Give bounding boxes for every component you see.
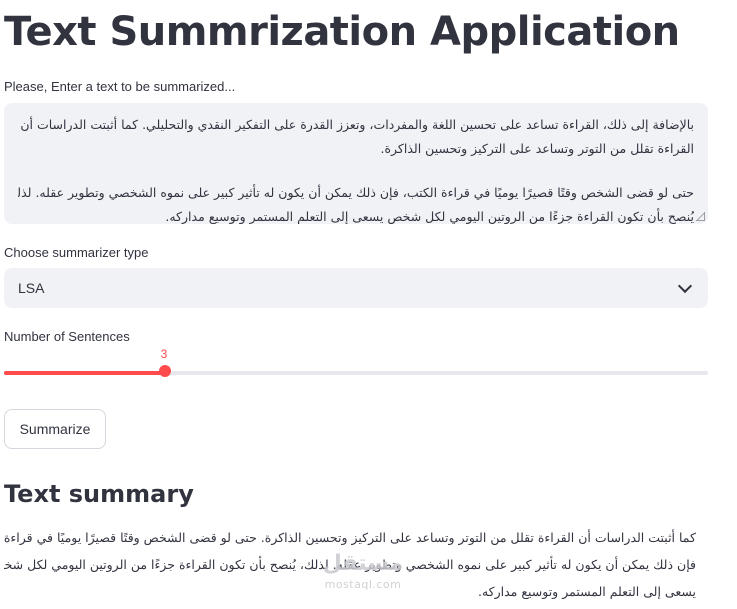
text-input-label: Please, Enter a text to be summarized... (4, 79, 236, 94)
summarizer-type-label: Choose summarizer type (4, 245, 149, 260)
sentence-count-slider-track[interactable] (4, 371, 708, 375)
text-input-line: بالإضافة إلى ذلك، القراءة تساعد على تحسي… (20, 117, 694, 132)
slider-thumb-handle[interactable] (158, 365, 171, 377)
watermark-logo: مستقل mostaql.com (318, 549, 408, 591)
slider-value-label: 3 (160, 347, 168, 361)
summary-line: كما أثبتت الدراسات أن القراءة تقلل من ال… (4, 530, 696, 545)
slider-fill (4, 371, 165, 375)
text-input-line: يُنصح بأن تكون القراءة جزءًا من الروتين … (165, 209, 694, 224)
summarizer-type-select[interactable]: LSA (4, 268, 708, 308)
summarizer-type-value: LSA (18, 280, 45, 296)
watermark-arabic-text: مستقل (322, 551, 404, 576)
sentence-count-label: Number of Sentences (4, 329, 130, 344)
text-input-line: حتى لو قضى الشخص وقتًا قصيرًا يوميًا في … (18, 185, 694, 200)
chevron-down-icon[interactable] (677, 278, 693, 293)
text-input-area[interactable]: بالإضافة إلى ذلك، القراءة تساعد على تحسي… (4, 103, 708, 224)
app-page: Text Summrization Application Please, En… (0, 0, 737, 609)
summary-heading: Text summary (4, 480, 194, 508)
text-input-line: القراءة تقلل من التوتر وتساعد على التركي… (380, 141, 694, 156)
watermark-latin-text: mostaql.com (324, 578, 402, 591)
summarize-button[interactable]: Summarize (4, 409, 106, 449)
resize-handle-icon[interactable] (696, 212, 705, 221)
page-title: Text Summrization Application (4, 9, 680, 55)
